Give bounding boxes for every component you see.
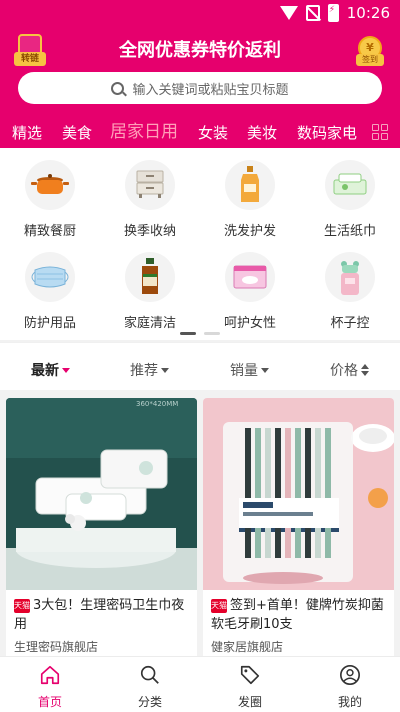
nav-moments[interactable]: 发圈 [200, 657, 300, 712]
nav-profile[interactable]: 我的 [300, 657, 400, 712]
nav-category[interactable]: 分类 [100, 657, 200, 712]
tag-icon [240, 665, 260, 685]
tmall-badge: 天猫 [14, 599, 30, 613]
category-label: 换季收纳 [123, 224, 176, 239]
carousel-dot-active [180, 332, 196, 335]
shop-name: 生理密码旗舰店 [14, 640, 99, 654]
product-card[interactable]: 360*420MM 天猫 3大包！生理密码卫生巾夜用 生理密码旗舰店 [6, 398, 197, 660]
category-item[interactable]: 家庭清洁 [100, 252, 200, 331]
category-item[interactable]: 洗发护发 [200, 160, 300, 239]
carousel-dot [204, 332, 220, 335]
tab-jingxuan[interactable]: 精选 [12, 122, 42, 143]
caret-down-icon [261, 368, 269, 373]
category-label: 呵护女性 [223, 316, 276, 331]
sort-sales[interactable]: 销量 [230, 360, 269, 380]
category-label: 精致餐厨 [23, 224, 76, 239]
sort-sales-label: 销量 [230, 363, 258, 379]
search-icon [111, 81, 125, 95]
category-label: 防护用品 [23, 316, 76, 331]
header: 转链 全网优惠券特价返利 ¥ 签到 输入关键词或粘贴宝贝标题 精选 美食 居家日… [0, 28, 400, 148]
home-icon [40, 665, 60, 685]
tab-nvzhuang[interactable]: 女装 [198, 122, 228, 143]
search-icon [140, 665, 159, 684]
caret-down-icon [62, 368, 70, 373]
product-card[interactable]: 天猫 签到+首单！健牌竹炭抑菌软毛牙刷10支 健家居旗舰店 [203, 398, 394, 660]
category-item[interactable]: 杯子控 [300, 252, 400, 331]
category-label: 生活纸巾 [323, 224, 376, 239]
battery-icon [327, 4, 339, 22]
tab-shumajiadian[interactable]: 数码家电 [297, 122, 357, 143]
shampoo-icon [225, 160, 275, 210]
product-title: 天猫 签到+首单！健牌竹炭抑菌软毛牙刷10支 [203, 590, 394, 636]
bottom-nav: 首页 分类 发圈 我的 [0, 656, 400, 712]
tmall-badge: 天猫 [211, 599, 227, 613]
status-time: 10:26 [346, 4, 390, 22]
category-label: 杯子控 [330, 316, 370, 331]
storage-box-icon [125, 160, 175, 210]
product-title-text: 3大包！生理密码卫生巾夜用 [14, 598, 185, 632]
cup-icon [325, 252, 375, 302]
product-title-text: 签到+首单！健牌竹炭抑菌软毛牙刷10支 [211, 598, 384, 632]
category-item[interactable]: 防护用品 [0, 252, 100, 331]
page-title: 全网优惠券特价返利 [119, 40, 281, 61]
tissue-icon [325, 160, 375, 210]
search-placeholder: 输入关键词或粘贴宝贝标题 [132, 82, 289, 98]
sort-recommend[interactable]: 推荐 [130, 360, 169, 380]
search-input[interactable]: 输入关键词或粘贴宝贝标题 [18, 72, 382, 104]
shop-name: 健家居旗舰店 [211, 640, 284, 654]
tab-jujiariyong[interactable]: 居家日用 [110, 117, 178, 142]
mask-icon [25, 252, 75, 302]
sort-price-label: 价格 [330, 363, 358, 379]
category-item[interactable]: 精致餐厨 [0, 160, 100, 239]
sort-recommend-label: 推荐 [130, 363, 158, 379]
category-tabs: 精选 美食 居家日用 女装 美妆 数码家电 [0, 118, 400, 146]
category-panel: 精致餐厨 换季收纳 洗发护发 生活纸巾 防护用品 家庭清洁 呵护女性 杯子控 [0, 148, 400, 340]
wifi-icon [279, 6, 298, 20]
image-caption: 360*420MM [136, 400, 179, 408]
sort-newest-label: 最新 [31, 363, 59, 379]
sort-updown-icon [361, 364, 369, 376]
tab-meishi[interactable]: 美食 [62, 122, 92, 143]
nav-home[interactable]: 首页 [0, 657, 100, 712]
category-item[interactable]: 呵护女性 [200, 252, 300, 331]
caret-down-icon [161, 368, 169, 373]
sort-price[interactable]: 价格 [330, 360, 369, 380]
category-item[interactable]: 换季收纳 [100, 160, 200, 239]
sort-bar: 最新 推荐 销量 价格 [0, 342, 400, 390]
pot-icon [25, 160, 75, 210]
sanitary-pad-icon [225, 252, 275, 302]
nav-profile-label: 我的 [337, 695, 362, 709]
nav-moments-label: 发圈 [237, 695, 262, 709]
category-item[interactable]: 生活纸巾 [300, 160, 400, 239]
user-icon [340, 665, 360, 685]
all-categories-grid-icon[interactable] [372, 124, 388, 140]
sign-in-button[interactable]: ¥ 签到 [356, 36, 384, 66]
nav-home-label: 首页 [37, 695, 62, 709]
product-title: 天猫 3大包！生理密码卫生巾夜用 [6, 590, 197, 636]
sign-in-label: 签到 [356, 54, 384, 66]
disinfectant-icon [125, 252, 175, 302]
carousel-indicator [180, 332, 220, 335]
category-label: 家庭清洁 [123, 316, 176, 331]
product-image [203, 398, 394, 590]
no-sim-icon [305, 5, 320, 21]
status-bar: 10:26 [0, 0, 400, 28]
sort-newest[interactable]: 最新 [31, 360, 70, 380]
tab-meizhuang[interactable]: 美妆 [247, 122, 277, 143]
product-image: 360*420MM [6, 398, 197, 590]
category-label: 洗发护发 [223, 224, 276, 239]
nav-category-label: 分类 [137, 695, 162, 709]
